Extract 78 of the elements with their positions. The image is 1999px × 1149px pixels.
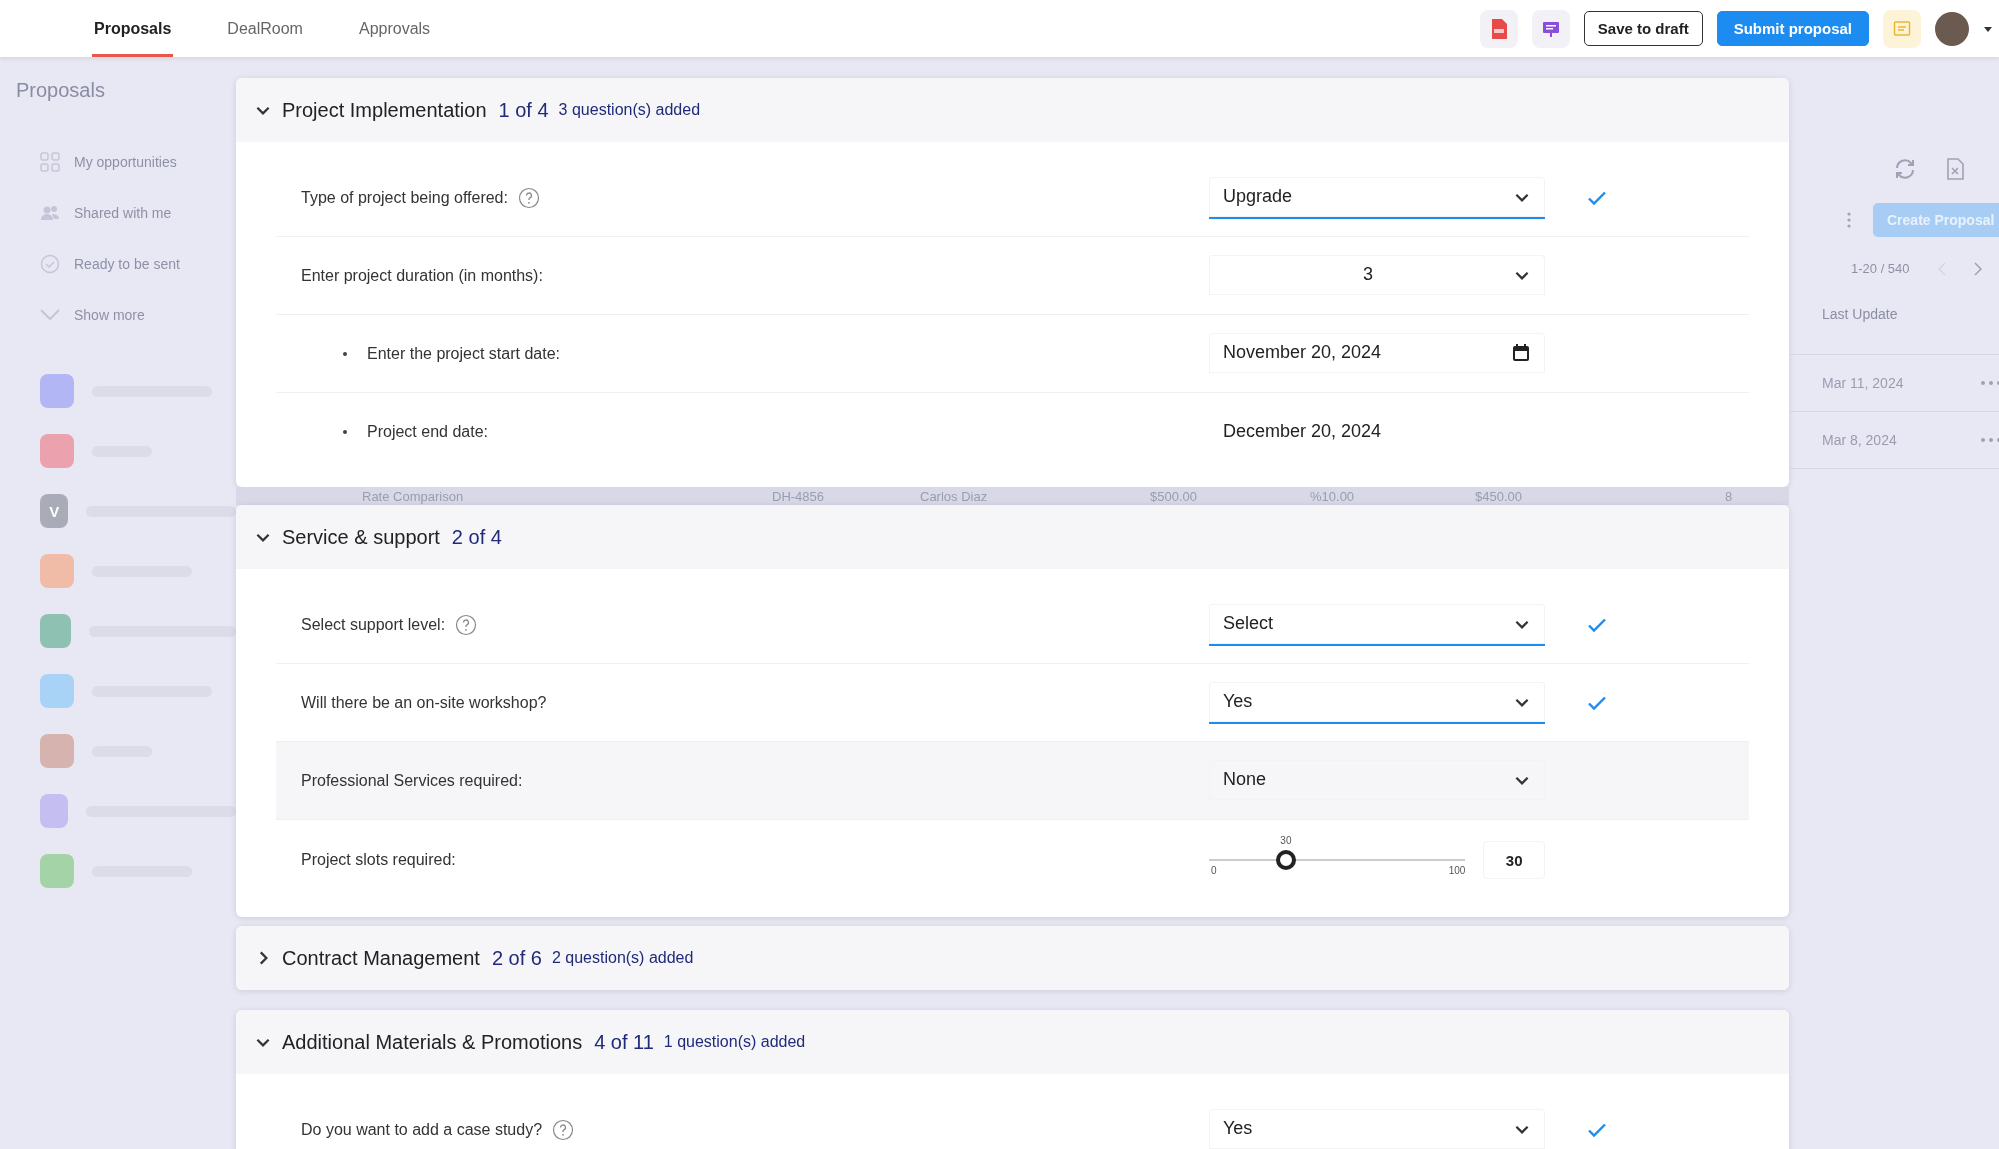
pagination-text: 1-20 / 540 <box>1851 261 1910 276</box>
table-cell: 8 <box>1725 488 1733 504</box>
question-label: Enter project duration (in months): <box>301 266 543 285</box>
question-label: Project end date: <box>367 422 488 441</box>
slider-thumb[interactable] <box>1275 850 1296 870</box>
nav-tab[interactable]: Proposals <box>92 0 174 57</box>
grid-icon <box>40 151 60 172</box>
chevron-down-icon <box>40 308 60 321</box>
question-count: 2 of 4 <box>451 525 502 549</box>
nav-tab[interactable]: Approvals <box>356 0 433 57</box>
section-header[interactable]: Service & support 2 of 4 <box>236 505 1789 569</box>
question-label: Enter the project start date: <box>367 344 560 363</box>
sidebar-title: Proposals <box>16 79 106 102</box>
app-tile[interactable] <box>40 374 74 408</box>
presentation-icon[interactable] <box>1531 9 1570 48</box>
caret-icon[interactable] <box>1983 24 1993 33</box>
question-label: Do you want to add a case study? <box>301 1120 543 1139</box>
table-cell-text: DH-4856 <box>772 488 826 504</box>
avatar[interactable] <box>1935 11 1969 46</box>
question-count: 2 of 6 <box>491 946 542 970</box>
section-title: Additional Materials & Promotions <box>282 1030 583 1054</box>
section-title: Project Implementation <box>282 98 487 122</box>
section-header[interactable]: Contract Management 2 of 6 2 question(s) added <box>236 926 1789 990</box>
section-title: Contract Management <box>282 946 480 970</box>
app-tile[interactable] <box>40 614 72 648</box>
question-label: Project slots required: <box>301 851 456 869</box>
column-header: Last Update <box>1822 306 1898 322</box>
table-cell-text: Rate Comparison <box>362 488 465 504</box>
section-title: Service & support <box>282 525 440 549</box>
app-tile[interactable] <box>40 854 74 888</box>
app-tile[interactable] <box>40 554 74 588</box>
calendar-icon[interactable] <box>1511 342 1531 363</box>
section-header[interactable]: Additional Materials & Promotions 4 of 11 1 question(s) added <box>236 1010 1789 1074</box>
table-cell-text: %10.00 <box>1310 488 1356 504</box>
table-cell-text: $450.00 <box>1475 488 1523 504</box>
more-icon[interactable] <box>1980 437 1999 443</box>
question-label: Professional Services required: <box>301 771 523 790</box>
dropdown[interactable]: Yes <box>1209 681 1545 724</box>
table-cell: Mar 11, 2024 <box>1822 375 1904 391</box>
refresh-icon[interactable] <box>1893 157 1917 181</box>
added-count: 1 question(s) added <box>663 1033 806 1051</box>
slider-min-label: 0 <box>1211 865 1217 876</box>
dropdown[interactable]: Select <box>1209 603 1545 646</box>
question-label: Type of project being offered: <box>301 188 508 207</box>
pdf-icon[interactable] <box>1479 9 1518 48</box>
check-circle-icon <box>40 253 60 274</box>
app-tile[interactable] <box>40 734 74 768</box>
dropdown[interactable]: Yes <box>1209 1108 1545 1149</box>
app-tile[interactable] <box>40 434 74 468</box>
date-value: December 20, 2024 <box>1222 421 1383 442</box>
question-label: Will there be an on-site workshop? <box>301 693 547 712</box>
help-icon[interactable] <box>455 613 478 636</box>
table-cell-text: $500.00 <box>1150 488 1198 504</box>
more-icon[interactable] <box>1980 380 1999 386</box>
app-letter: V <box>49 502 60 520</box>
app-tile[interactable] <box>40 674 74 708</box>
added-count: 2 question(s) added <box>551 949 694 967</box>
nav-tab[interactable]: DealRoom <box>225 0 305 57</box>
more-vertical-icon[interactable] <box>1847 212 1851 228</box>
table-cell: Mar 8, 2024 <box>1822 432 1897 448</box>
slider-value-label: 30 <box>1280 835 1292 846</box>
dropdown[interactable]: Upgrade <box>1209 176 1545 219</box>
section-header[interactable]: Project Implementation 1 of 4 3 question(s) added <box>236 78 1789 142</box>
app-tile[interactable] <box>40 794 69 828</box>
added-count: 3 question(s) added <box>558 101 701 119</box>
question-label: Select support level: <box>301 615 446 634</box>
table-cell-text: Carlos Diaz <box>919 488 989 504</box>
save-button[interactable]: Save to draft <box>1583 11 1703 46</box>
dropdown[interactable]: 3 <box>1209 254 1545 297</box>
help-icon[interactable] <box>552 1118 575 1141</box>
question-count: 4 of 11 <box>594 1030 654 1054</box>
people-icon <box>40 204 60 221</box>
number-field[interactable]: 30 <box>1483 841 1545 879</box>
help-icon[interactable] <box>517 186 540 209</box>
date-field[interactable]: November 20, 2024 <box>1209 332 1545 375</box>
slider-max-label: 100 <box>1448 865 1466 876</box>
dropdown[interactable]: None <box>1209 759 1545 802</box>
question-count: 1 of 4 <box>498 98 549 122</box>
